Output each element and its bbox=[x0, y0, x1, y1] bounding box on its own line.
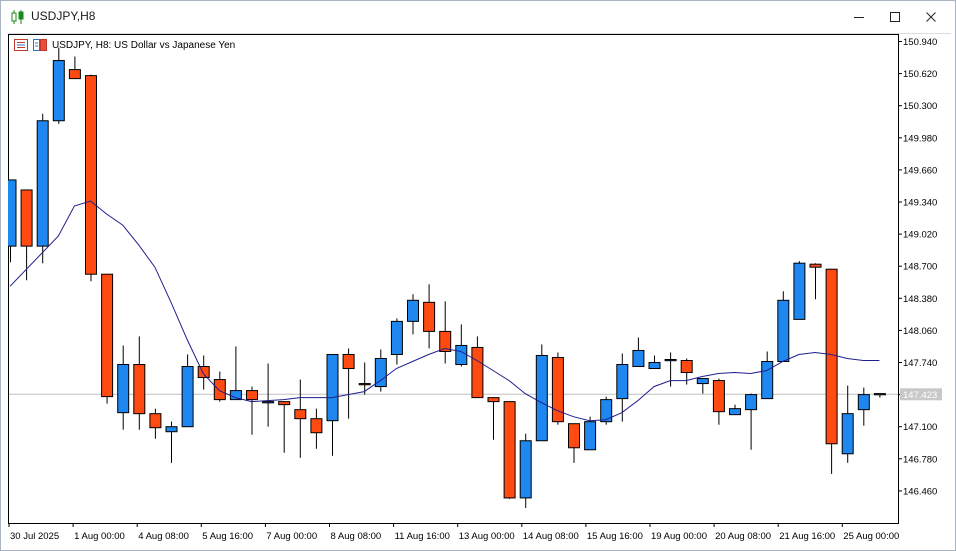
bullish-candle bbox=[873, 393, 886, 396]
y-axis-label: 148.380 bbox=[903, 294, 937, 305]
maximize-button[interactable] bbox=[877, 1, 913, 33]
bullish-candle bbox=[455, 344, 468, 366]
y-axis-label: 149.660 bbox=[903, 165, 937, 176]
bearish-candle bbox=[503, 401, 516, 499]
bearish-candle bbox=[342, 353, 355, 370]
bullish-candle bbox=[519, 440, 532, 499]
bullish-candle bbox=[841, 413, 854, 455]
x-axis-label: 19 Aug 00:00 bbox=[651, 531, 707, 542]
chart-window: USDJPY,H8 150.940 150.620 150.300 149.980 14… bbox=[0, 0, 956, 551]
bullish-candle bbox=[36, 120, 49, 247]
close-icon bbox=[926, 12, 936, 22]
bearish-candle bbox=[471, 346, 484, 399]
bearish-candle bbox=[68, 69, 81, 80]
window-title: USDJPY,H8 bbox=[31, 9, 96, 23]
bullish-candle bbox=[262, 401, 275, 404]
y-axis-label: 146.780 bbox=[903, 454, 937, 465]
chart-info-bar: USDJPY, H8: US Dollar vs Japanese Yen bbox=[14, 38, 235, 52]
bearish-candle bbox=[294, 409, 307, 420]
x-axis-label: 5 Aug 16:00 bbox=[202, 531, 253, 542]
bearish-candle bbox=[213, 379, 226, 401]
bearish-candle bbox=[133, 364, 146, 415]
chart-symbol-description: USDJPY, H8: US Dollar vs Japanese Yen bbox=[52, 39, 236, 51]
bullish-candle bbox=[761, 360, 774, 400]
bullish-candle bbox=[600, 399, 613, 423]
bearish-candle bbox=[712, 380, 725, 413]
bullish-candle bbox=[390, 320, 403, 355]
bearish-candle bbox=[101, 273, 114, 398]
x-axis-label: 30 Jul 2025 bbox=[10, 531, 59, 542]
bearish-candle bbox=[149, 413, 162, 429]
minimize-button[interactable] bbox=[841, 1, 877, 33]
close-button[interactable] bbox=[913, 1, 949, 33]
bearish-candle bbox=[568, 423, 580, 449]
price-chart[interactable]: 150.940 150.620 150.300 149.980 149.660 149.3… bbox=[7, 34, 951, 547]
bullish-candle bbox=[793, 262, 806, 320]
bullish-candle bbox=[181, 366, 194, 428]
x-axis-label: 4 Aug 08:00 bbox=[138, 531, 189, 542]
y-axis-label: 149.980 bbox=[903, 133, 937, 144]
bearish-candle bbox=[825, 268, 838, 445]
x-axis-label: 14 Aug 08:00 bbox=[523, 531, 579, 542]
bearish-candle bbox=[20, 189, 33, 247]
bullish-candle bbox=[857, 394, 870, 411]
y-axis-label: 150.620 bbox=[903, 69, 937, 80]
bullish-candle bbox=[535, 354, 548, 442]
chart-area[interactable]: 150.940 150.620 150.300 149.980 149.660 149.3… bbox=[7, 33, 951, 547]
y-axis-label: 148.060 bbox=[903, 326, 937, 337]
x-axis-label: 21 Aug 16:00 bbox=[779, 531, 835, 542]
market-depth-icon[interactable] bbox=[33, 39, 47, 51]
bearish-candle bbox=[310, 418, 323, 434]
y-axis-label: 147.740 bbox=[903, 358, 937, 369]
maximize-icon bbox=[890, 12, 900, 22]
y-axis-label: 149.020 bbox=[903, 230, 937, 241]
y-axis-label: 150.300 bbox=[903, 101, 937, 112]
y-axis-label: 149.340 bbox=[903, 198, 937, 209]
plot-frame bbox=[8, 34, 899, 524]
x-axis-label: 20 Aug 08:00 bbox=[715, 531, 771, 542]
x-axis-label: 8 Aug 08:00 bbox=[331, 531, 382, 542]
bearish-candle bbox=[197, 366, 210, 379]
bullish-candle bbox=[584, 421, 597, 451]
bullish-candle bbox=[165, 426, 178, 433]
bearish-candle bbox=[85, 75, 97, 275]
bullish-candle bbox=[729, 408, 741, 416]
y-axis-label: 147.100 bbox=[903, 422, 937, 433]
x-axis-label: 11 Aug 16:00 bbox=[395, 531, 450, 542]
bearish-candle bbox=[423, 301, 436, 332]
bullish-candle bbox=[632, 349, 645, 368]
bullish-candle bbox=[616, 364, 629, 400]
candlestick-chart-icon bbox=[11, 10, 24, 24]
x-axis-label: 13 Aug 00:00 bbox=[459, 531, 515, 542]
bullish-candle bbox=[777, 299, 790, 362]
x-axis-label: 1 Aug 00:00 bbox=[74, 531, 125, 542]
bearish-candle bbox=[809, 263, 822, 268]
bearish-candle bbox=[246, 390, 258, 401]
one-click-trading-icon[interactable] bbox=[14, 39, 28, 51]
title-bar[interactable]: USDJPY,H8 bbox=[1, 1, 955, 33]
bullish-candle bbox=[745, 394, 758, 411]
minimize-icon bbox=[854, 17, 864, 18]
bullish-candle bbox=[407, 299, 419, 322]
bullish-candle bbox=[8, 179, 17, 247]
bullish-candle bbox=[326, 353, 339, 422]
bullish-candle bbox=[52, 60, 65, 122]
current-price-label: 147.423 bbox=[903, 390, 937, 401]
bullish-candle bbox=[648, 362, 661, 370]
bullish-candle bbox=[664, 358, 677, 362]
y-axis-label: 146.460 bbox=[903, 486, 937, 497]
bearish-candle bbox=[278, 401, 291, 406]
y-axis-label: 150.940 bbox=[903, 37, 937, 48]
bullish-candle bbox=[696, 378, 709, 385]
bearish-candle bbox=[487, 397, 500, 403]
bearish-candle bbox=[680, 359, 693, 374]
x-axis-label: 25 Aug 00:00 bbox=[843, 531, 899, 542]
y-axis-label: 148.700 bbox=[903, 262, 937, 273]
bullish-candle bbox=[117, 364, 130, 414]
candles-group bbox=[8, 47, 886, 508]
x-axis-label: 7 Aug 00:00 bbox=[266, 531, 317, 542]
bearish-candle bbox=[358, 383, 371, 386]
x-axis-label: 15 Aug 16:00 bbox=[587, 531, 643, 542]
